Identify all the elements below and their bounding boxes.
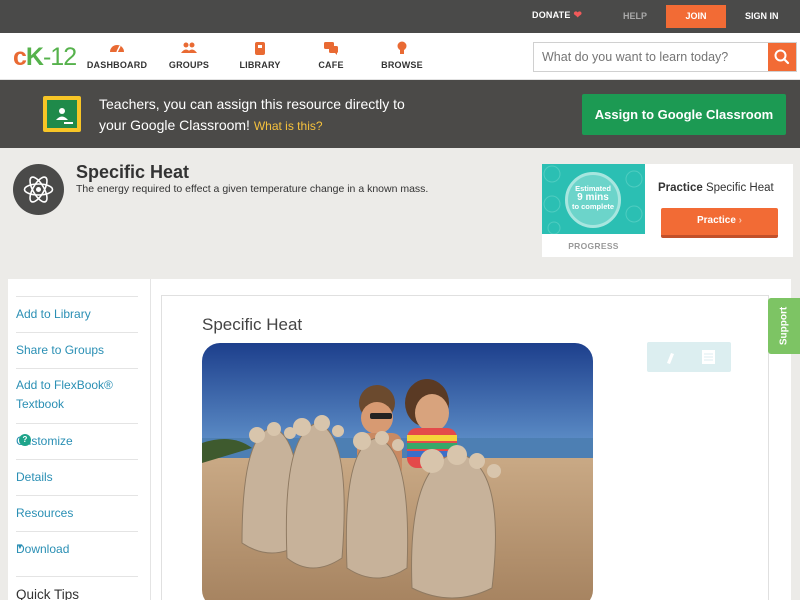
- sidebar-item-label: Details: [16, 470, 53, 484]
- estimate-line3: to complete: [571, 202, 615, 211]
- nav-dashboard[interactable]: DASHBOARD: [82, 40, 152, 70]
- sidebar-item-label: Add to FlexBook® Textbook: [16, 378, 113, 411]
- browse-icon: [397, 41, 407, 54]
- beach-feet-photo: [202, 343, 593, 600]
- donate-label: DONATE: [532, 10, 571, 20]
- sidebar: Add to Library Share to Groups Add to Fl…: [8, 279, 151, 600]
- main-nav: cK-12 DASHBOARD GROUPS LIBRARY CAFE BROW…: [0, 33, 800, 80]
- sidebar-item-label: Share to Groups: [16, 343, 105, 357]
- join-button[interactable]: JOIN: [666, 5, 726, 28]
- concept-description: The energy required to effect a given te…: [76, 183, 429, 195]
- donate-link[interactable]: DONATE ❤: [532, 10, 582, 21]
- sidebar-item-add-to-library[interactable]: Add to Library: [16, 296, 138, 332]
- practice-button[interactable]: Practice ›: [661, 208, 778, 238]
- support-tab[interactable]: Support: [768, 298, 800, 354]
- nav-cafe-label: CAFE: [318, 60, 344, 70]
- google-classroom-banner: Teachers, you can assign this resource d…: [0, 80, 800, 148]
- sidebar-item-add-to-flexbook[interactable]: Add to FlexBook® Textbook: [16, 368, 138, 423]
- heart-icon: ❤: [573, 10, 583, 21]
- google-classroom-icon: [43, 96, 81, 132]
- main-content: Specific Heat: [151, 279, 791, 600]
- library-icon: [255, 42, 265, 55]
- practice-title-rest: Specific Heat: [705, 182, 774, 194]
- practice-card: Estimated 9 mins to complete PROGRESS Pr…: [542, 164, 793, 257]
- practice-title-bold: Practice: [658, 182, 703, 194]
- search-icon: [774, 49, 790, 65]
- sidebar-item-details[interactable]: Details: [16, 459, 138, 495]
- sidebar-item-download[interactable]: Download ▼: [16, 531, 138, 567]
- search-box: [533, 42, 797, 72]
- logo-k: K: [25, 43, 44, 71]
- logo-c: c: [13, 43, 27, 71]
- content-card: Specific Heat: [161, 295, 769, 600]
- nav-library-label: LIBRARY: [239, 60, 281, 70]
- atom-icon: [13, 164, 64, 215]
- support-label: Support: [778, 306, 790, 346]
- dropdown-caret-icon: ▼: [16, 542, 24, 551]
- practice-tile[interactable]: Estimated 9 mins to complete: [542, 164, 645, 234]
- help-icon[interactable]: ?: [19, 434, 31, 446]
- what-is-this-link[interactable]: What is this?: [254, 119, 323, 133]
- sidebar-item-label: Add to Library: [16, 307, 91, 321]
- content-tools: [647, 342, 731, 372]
- groups-icon: [181, 42, 197, 53]
- chevron-right-icon: ›: [738, 215, 743, 226]
- search-button[interactable]: [768, 43, 796, 71]
- help-link[interactable]: HELP: [623, 11, 647, 21]
- nav-groups[interactable]: GROUPS: [154, 40, 224, 70]
- sidebar-item-label: Resources: [16, 506, 74, 520]
- estimate-text: Estimated 9 mins to complete: [565, 184, 621, 211]
- banner-line1: Teachers, you can assign this resource d…: [99, 96, 405, 112]
- notes-icon[interactable]: [702, 350, 715, 364]
- sidebar-item-customize[interactable]: Customize?: [16, 423, 138, 459]
- concept-title: Specific Heat: [76, 162, 190, 182]
- banner-line2: your Google Classroom!: [99, 117, 250, 133]
- nav-browse-label: BROWSE: [381, 60, 423, 70]
- logo-12: -12: [42, 43, 77, 71]
- ck12-logo[interactable]: cK-12: [13, 43, 77, 72]
- dashboard-icon: [110, 45, 124, 53]
- sidebar-item-resources[interactable]: Resources: [16, 495, 138, 531]
- progress-label: PROGRESS: [568, 241, 619, 251]
- pencil-icon[interactable]: [667, 353, 674, 364]
- nav-groups-label: GROUPS: [168, 60, 210, 70]
- nav-library[interactable]: LIBRARY: [225, 40, 295, 70]
- cafe-icon: [324, 42, 338, 55]
- content-title: Specific Heat: [202, 315, 303, 334]
- search-input[interactable]: [534, 43, 770, 71]
- sidebar-item-label: Download: [16, 542, 70, 556]
- nav-dashboard-label: DASHBOARD: [86, 60, 148, 70]
- sidebar-item-share-to-groups[interactable]: Share to Groups: [16, 332, 138, 368]
- quick-tips-label: Quick Tips: [16, 587, 80, 600]
- practice-title: Practice Specific Heat: [658, 182, 774, 194]
- quick-tips-heading: Quick Tips: [16, 576, 138, 600]
- nav-cafe[interactable]: CAFE: [296, 40, 366, 70]
- assign-to-classroom-button[interactable]: Assign to Google Classroom: [582, 94, 786, 135]
- practice-button-label: Practice: [696, 215, 736, 226]
- sign-in-link[interactable]: SIGN IN: [745, 11, 779, 21]
- top-bar: DONATE ❤ HELP JOIN SIGN IN: [0, 0, 800, 33]
- nav-browse[interactable]: BROWSE: [367, 40, 437, 70]
- banner-text: Teachers, you can assign this resource d…: [99, 94, 405, 137]
